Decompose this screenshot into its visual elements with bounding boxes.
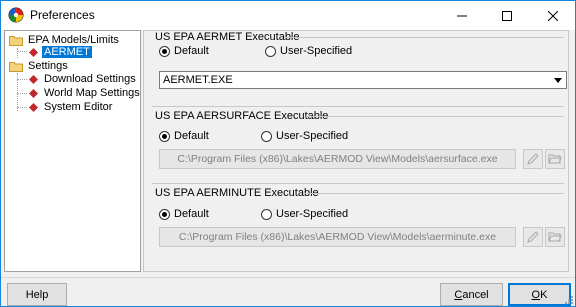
radio-label: Default <box>174 208 209 220</box>
tree-connector <box>17 107 27 108</box>
ok-button[interactable]: OK <box>508 283 571 306</box>
tree-node-label: Settings <box>28 60 68 72</box>
tree-node-download-settings[interactable]: Download Settings <box>29 72 138 86</box>
radio-circle <box>265 45 276 57</box>
pencil-icon <box>527 153 539 165</box>
resize-grip-icon[interactable] <box>563 294 573 304</box>
aersurface-user-specified-radio[interactable]: User-Specified <box>261 130 348 142</box>
radio-dot <box>162 211 167 217</box>
tree-node-system-editor[interactable]: System Editor <box>29 100 114 114</box>
radio-label: User-Specified <box>276 208 349 220</box>
radio-label: User-Specified <box>276 130 349 142</box>
open-folder-icon <box>548 154 562 164</box>
help-button[interactable]: Help <box>7 283 67 306</box>
radio-label: Default <box>174 45 209 57</box>
pencil-icon <box>527 231 539 243</box>
red-diamond-icon <box>29 88 38 98</box>
tree-node-settings[interactable]: Settings <box>9 59 70 73</box>
group-divider <box>152 183 564 184</box>
close-button[interactable] <box>530 1 575 30</box>
app-logo-icon <box>8 7 24 23</box>
chevron-down-icon <box>554 78 562 83</box>
settings-panel: US EPA AERMET Executable Default User-Sp… <box>143 30 569 272</box>
folder-icon <box>9 35 23 46</box>
combobox-value: AERMET.EXE <box>163 74 233 86</box>
maximize-icon <box>501 10 512 21</box>
radio-circle <box>261 130 272 142</box>
aersurface-default-radio[interactable]: Default <box>159 130 209 142</box>
minimize-icon <box>456 15 467 16</box>
radio-label: Default <box>174 130 209 142</box>
aermet-default-radio[interactable]: Default <box>159 45 209 57</box>
tree-connector <box>17 93 27 94</box>
tree-connector <box>17 51 27 52</box>
aerminute-path-field: C:\Program Files (x86)\Lakes\AERMOD View… <box>159 227 516 247</box>
tree-node-label: AERMET <box>42 46 92 58</box>
aerminute-group-title: US EPA AERMINUTE Executable <box>155 187 319 199</box>
aermet-user-specified-radio[interactable]: User-Specified <box>265 45 352 57</box>
cancel-button[interactable]: Cancel <box>440 283 503 306</box>
button-label: Cancel <box>454 289 488 301</box>
maximize-button[interactable] <box>484 1 529 30</box>
aersurface-group-title: US EPA AERSURFACE Executable <box>155 110 329 122</box>
radio-circle <box>159 45 170 57</box>
aerminute-browse-button <box>545 227 565 247</box>
footer-divider <box>1 277 575 278</box>
tree-node-aermet[interactable]: AERMET <box>29 45 92 59</box>
minimize-button[interactable] <box>439 1 484 30</box>
aerminute-user-specified-radio[interactable]: User-Specified <box>261 208 348 220</box>
radio-circle <box>159 208 170 220</box>
aerminute-edit-button <box>523 227 543 247</box>
aersurface-browse-button <box>545 149 565 169</box>
group-divider <box>152 106 564 107</box>
aermet-group-title: US EPA AERMET Executable <box>155 31 300 43</box>
preferences-window: Preferences EPA Models/Limits AERMET Set… <box>0 0 576 307</box>
tree-node-label: Download Settings <box>44 73 136 85</box>
radio-dot <box>162 133 167 139</box>
button-label-rest: K <box>540 288 548 301</box>
tree-connector <box>17 48 18 58</box>
button-label: Help <box>25 288 49 301</box>
tree-connector <box>17 79 27 80</box>
red-diamond-icon <box>29 47 38 57</box>
aerminute-default-radio[interactable]: Default <box>159 208 209 220</box>
radio-label: User-Specified <box>280 45 353 57</box>
radio-circle <box>159 130 170 142</box>
settings-tree[interactable]: EPA Models/Limits AERMET Settings Downlo… <box>4 30 141 272</box>
folder-icon <box>9 61 23 72</box>
red-diamond-icon <box>29 74 38 84</box>
window-title: Preferences <box>30 8 95 22</box>
tree-node-label: System Editor <box>44 101 113 113</box>
group-divider <box>284 37 564 38</box>
red-diamond-icon <box>29 102 38 112</box>
radio-dot <box>162 48 167 54</box>
radio-circle <box>261 208 272 220</box>
tree-node-label: World Map Settings <box>44 87 140 99</box>
button-label: OK <box>532 289 548 301</box>
group-divider <box>304 193 564 194</box>
open-folder-icon <box>548 232 562 242</box>
button-label-rest: ancel <box>462 288 489 301</box>
aersurface-edit-button <box>523 149 543 169</box>
close-icon <box>547 10 558 21</box>
accelerator-key: O <box>531 288 541 301</box>
group-divider <box>306 116 564 117</box>
tree-node-world-map-settings[interactable]: World Map Settings <box>29 86 142 100</box>
aermet-exe-combobox[interactable]: AERMET.EXE <box>159 71 567 89</box>
title-bar: Preferences <box>1 1 575 30</box>
aersurface-path-field: C:\Program Files (x86)\Lakes\AERMOD View… <box>159 149 516 169</box>
